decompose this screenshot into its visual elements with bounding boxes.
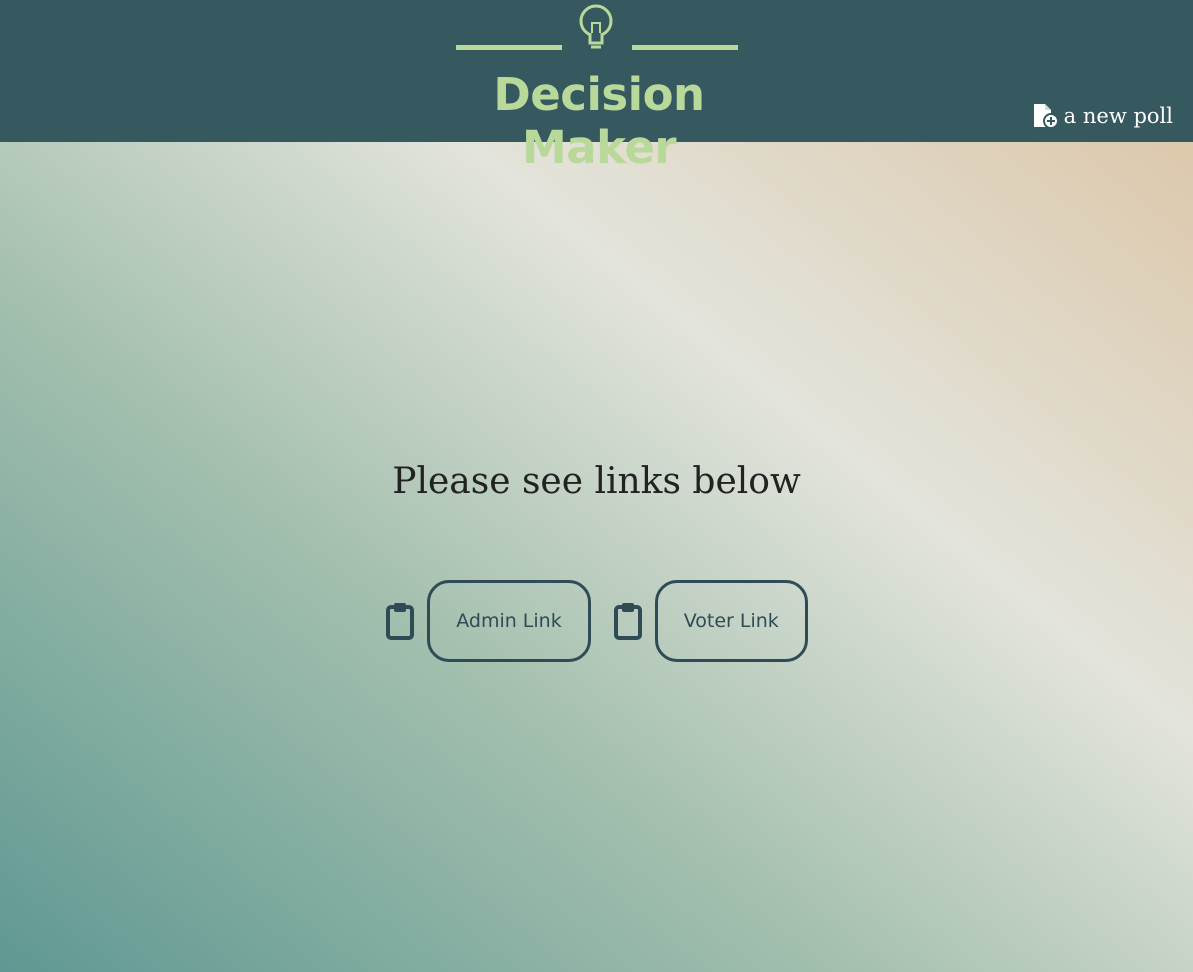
app-logo[interactable]: Decision Maker [414,0,784,174]
new-poll-label: a new poll [1063,104,1173,128]
header-bar: Decision Maker a new poll [0,0,1193,174]
logo-line-right [632,45,738,50]
logo-title: Decision Maker [493,68,705,174]
file-plus-icon [1033,104,1058,129]
new-poll-link[interactable]: a new poll [1032,103,1173,129]
links-row: Admin Link Voter Link [0,580,1193,662]
clipboard-icon[interactable] [385,601,415,641]
lightbulb-icon [579,4,613,49]
admin-link-button[interactable]: Admin Link [427,580,591,662]
logo-line-left [456,45,562,50]
page-heading: Please see links below [392,461,801,502]
clipboard-icon[interactable] [613,601,643,641]
voter-link-button[interactable]: Voter Link [654,580,808,662]
admin-link-group: Admin Link [385,580,591,662]
voter-link-group: Voter Link [613,580,808,662]
